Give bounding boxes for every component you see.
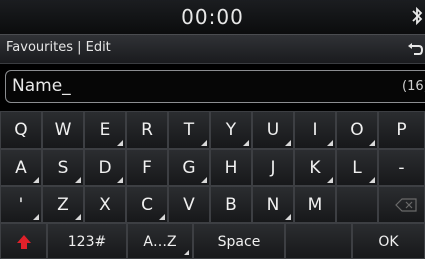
key-l[interactable]: L: [336, 149, 378, 186]
key-empty-2: [285, 223, 352, 259]
key-q[interactable]: Q: [0, 111, 42, 149]
key-p[interactable]: P: [378, 111, 425, 149]
keyboard-screen: 00:00 Favourites | Edit Name_ (16) Q W E…: [0, 0, 425, 259]
title-bar: Favourites | Edit: [0, 34, 425, 64]
key-j[interactable]: J: [252, 149, 294, 186]
key-t[interactable]: T: [168, 111, 210, 149]
key-a[interactable]: A: [0, 149, 42, 186]
key-y[interactable]: Y: [210, 111, 252, 149]
page-title: Favourites | Edit: [6, 40, 111, 55]
clock: 00:00: [181, 5, 244, 29]
numbers-key[interactable]: 123#: [47, 223, 127, 259]
key-m[interactable]: M: [294, 186, 336, 223]
key-empty-1: [336, 186, 378, 223]
key-c[interactable]: C: [126, 186, 168, 223]
key-n[interactable]: N: [252, 186, 294, 223]
key-d[interactable]: D: [84, 149, 126, 186]
bluetooth-icon: [412, 6, 423, 26]
key-e[interactable]: E: [84, 111, 126, 149]
shift-key[interactable]: [0, 223, 47, 259]
key-i[interactable]: I: [294, 111, 336, 149]
character-counter: (16): [402, 79, 425, 94]
key-b[interactable]: B: [210, 186, 252, 223]
key-g[interactable]: G: [168, 149, 210, 186]
key-w[interactable]: W: [42, 111, 84, 149]
name-input-value: Name_: [12, 76, 71, 96]
key-r[interactable]: R: [126, 111, 168, 149]
key-v[interactable]: V: [168, 186, 210, 223]
key-o[interactable]: O: [336, 111, 378, 149]
key-f[interactable]: F: [126, 149, 168, 186]
key-h[interactable]: H: [210, 149, 252, 186]
key-u[interactable]: U: [252, 111, 294, 149]
key-hyphen[interactable]: -: [378, 149, 425, 186]
shift-up-arrow-icon: [17, 235, 31, 249]
key-x[interactable]: X: [84, 186, 126, 223]
back-arrow-icon[interactable]: [406, 40, 424, 58]
key-s[interactable]: S: [42, 149, 84, 186]
space-key[interactable]: Space: [193, 223, 285, 259]
key-k[interactable]: K: [294, 149, 336, 186]
name-input[interactable]: Name_ (16): [5, 70, 425, 103]
alphabet-key[interactable]: A…Z: [127, 223, 193, 259]
key-z[interactable]: Z: [42, 186, 84, 223]
status-bar: 00:00: [0, 0, 425, 34]
backspace-icon: [395, 198, 417, 212]
backspace-key[interactable]: [378, 186, 425, 223]
ok-button[interactable]: OK: [352, 223, 425, 259]
key-apostrophe[interactable]: ': [0, 186, 42, 223]
